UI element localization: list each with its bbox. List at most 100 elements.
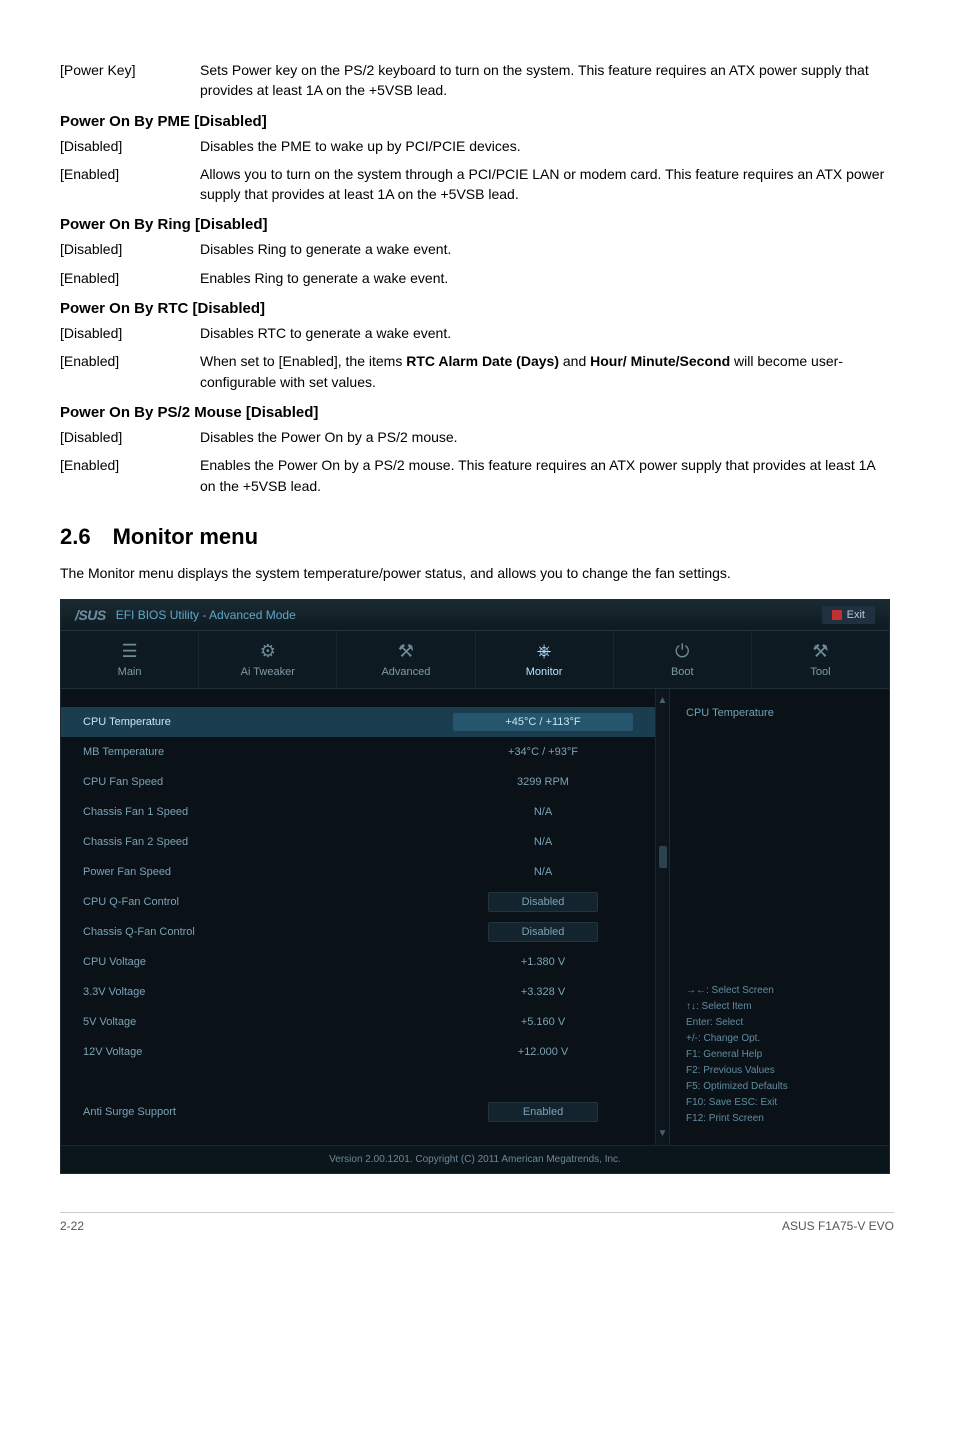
bios-title: EFI BIOS Utility - Advanced Mode [116, 608, 296, 622]
setting-label: CPU Voltage [83, 956, 453, 968]
setting-value: N/A [453, 866, 633, 878]
setting-row[interactable]: Chassis Fan 2 SpeedN/A [61, 827, 655, 857]
setting-row[interactable]: CPU Temperature+45°C / +113°F [61, 707, 655, 737]
help-key-line: F12: Print Screen [686, 1111, 873, 1127]
section-title: 2.6 Monitor menu [60, 524, 894, 550]
tab-ai-tweaker[interactable]: ⚙ Ai Tweaker [199, 631, 337, 688]
setting-value-box[interactable]: Enabled [488, 1102, 598, 1122]
subsection-heading: Power On By Ring [Disabled] [60, 216, 894, 233]
setting-label: 3.3V Voltage [83, 986, 453, 998]
config-desc: Allows you to turn on the system through… [200, 164, 894, 205]
config-key: [Disabled] [60, 323, 200, 343]
help-key-line: F2: Previous Values [686, 1063, 873, 1079]
setting-label: Power Fan Speed [83, 866, 453, 878]
tab-label: Ai Tweaker [241, 666, 295, 678]
setting-label: MB Temperature [83, 746, 453, 758]
subsection-heading: Power On By PME [Disabled] [60, 113, 894, 130]
config-row: [Disabled]Disables RTC to generate a wak… [60, 323, 894, 343]
setting-value: 3299 RPM [453, 776, 633, 788]
bios-tabs: ☰ Main ⚙ Ai Tweaker ⚒Advanced⎈Monitor⏻ Boot ⚒ T… [61, 631, 889, 689]
help-key-line: Enter: Select [686, 1015, 873, 1031]
page-footer: 2-22 ASUS F1A75-V EVO [60, 1212, 894, 1233]
setting-row[interactable]: Chassis Q-Fan Control Disabled [61, 917, 655, 947]
help-key-line: +/-: Change Opt. [686, 1031, 873, 1047]
page-number: 2-22 [60, 1219, 84, 1233]
scroll-thumb[interactable] [659, 846, 667, 868]
boot-icon: ⏻ [614, 641, 751, 661]
bios-screenshot: /SUS EFI BIOS Utility - Advanced Mode Ex… [60, 599, 890, 1174]
config-key: [Enabled] [60, 351, 200, 392]
setting-value: N/A [453, 806, 633, 818]
setting-value-box[interactable]: Disabled [488, 922, 598, 942]
config-desc: Disables the PME to wake up by PCI/PCIE … [200, 136, 894, 156]
setting-value: +12.000 V [453, 1046, 633, 1058]
setting-label: 12V Voltage [83, 1046, 453, 1058]
setting-row[interactable]: Power Fan SpeedN/A [61, 857, 655, 887]
setting-value-box[interactable]: Disabled [488, 892, 598, 912]
setting-row[interactable]: CPU Q-Fan Control Disabled [61, 887, 655, 917]
setting-row[interactable] [61, 1067, 655, 1097]
setting-value: +3.328 V [453, 986, 633, 998]
bios-title-bar: /SUS EFI BIOS Utility - Advanced Mode Ex… [61, 600, 889, 631]
help-key-line: →←: Select Screen [686, 983, 873, 999]
config-desc: Enables Ring to generate a wake event. [200, 268, 894, 288]
config-desc: Disables the Power On by a PS/2 mouse. [200, 427, 894, 447]
tab-tool[interactable]: ⚒ Tool [752, 631, 889, 688]
config-row: [Disabled]Disables the PME to wake up by… [60, 136, 894, 156]
scrollbar[interactable]: ▲ ▼ [655, 689, 669, 1145]
bios-footer: Version 2.00.1201. Copyright (C) 2011 Am… [61, 1145, 889, 1173]
scroll-down-icon[interactable]: ▼ [658, 1128, 668, 1139]
subsection-heading: Power On By PS/2 Mouse [Disabled] [60, 404, 894, 421]
main-icon: ☰ [61, 641, 198, 661]
setting-row[interactable]: 3.3V Voltage+3.328 V [61, 977, 655, 1007]
tab-main[interactable]: ☰ Main [61, 631, 199, 688]
tab-label: Main [118, 666, 142, 678]
setting-row[interactable]: MB Temperature+34°C / +93°F [61, 737, 655, 767]
exit-icon [832, 610, 842, 620]
setting-row[interactable]: CPU Voltage+1.380 V [61, 947, 655, 977]
tab-boot[interactable]: ⏻ Boot [614, 631, 752, 688]
config-row: [Disabled]Disables the Power On by a PS/… [60, 427, 894, 447]
setting-label: Chassis Q-Fan Control [83, 926, 453, 938]
config-desc: Sets Power key on the PS/2 keyboard to t… [200, 60, 894, 101]
tool-icon: ⚒ [752, 641, 889, 661]
setting-label: CPU Q-Fan Control [83, 896, 453, 908]
section-desc: The Monitor menu displays the system tem… [60, 564, 894, 584]
help-keys: →←: Select Screen↑↓: Select ItemEnter: S… [686, 983, 873, 1127]
setting-label: CPU Fan Speed [83, 776, 453, 788]
scroll-up-icon[interactable]: ▲ [658, 695, 668, 706]
setting-value: +1.380 V [453, 956, 633, 968]
config-key: [Disabled] [60, 427, 200, 447]
bios-settings-panel: CPU Temperature+45°C / +113°FMB Temperat… [61, 689, 655, 1145]
ai-tweaker-icon: ⚙ [199, 641, 336, 661]
setting-value: Disabled [453, 922, 633, 942]
setting-value: Disabled [453, 892, 633, 912]
config-key: [Enabled] [60, 455, 200, 496]
config-desc: Disables RTC to generate a wake event. [200, 323, 894, 343]
setting-label: 5V Voltage [83, 1016, 453, 1028]
setting-row[interactable]: Anti Surge SupportEnabled [61, 1097, 655, 1127]
config-row: [Enabled]Enables Ring to generate a wake… [60, 268, 894, 288]
exit-button[interactable]: Exit [822, 606, 875, 624]
help-title: CPU Temperature [686, 707, 873, 719]
bios-help-panel: CPU Temperature →←: Select Screen↑↓: Sel… [669, 689, 889, 1145]
config-desc: Disables Ring to generate a wake event. [200, 239, 894, 259]
setting-row[interactable]: Chassis Fan 1 SpeedN/A [61, 797, 655, 827]
tab-advanced[interactable]: ⚒Advanced [337, 631, 475, 688]
setting-row[interactable]: 12V Voltage+12.000 V [61, 1037, 655, 1067]
config-key: [Enabled] [60, 268, 200, 288]
tab-label: Tool [810, 666, 830, 678]
config-key: [Power Key] [60, 60, 200, 101]
setting-row[interactable]: CPU Fan Speed3299 RPM [61, 767, 655, 797]
config-row: [Enabled]Allows you to turn on the syste… [60, 164, 894, 205]
setting-value: +5.160 V [453, 1016, 633, 1028]
config-row: [Power Key]Sets Power key on the PS/2 ke… [60, 60, 894, 101]
tab-label: Boot [671, 666, 694, 678]
help-key-line: ↑↓: Select Item [686, 999, 873, 1015]
brand-logo: /SUS [75, 607, 106, 623]
tab-monitor[interactable]: ⎈Monitor [476, 631, 614, 688]
setting-label: Chassis Fan 2 Speed [83, 836, 453, 848]
config-key: [Disabled] [60, 136, 200, 156]
setting-value: +45°C / +113°F [453, 713, 633, 731]
setting-row[interactable]: 5V Voltage+5.160 V [61, 1007, 655, 1037]
